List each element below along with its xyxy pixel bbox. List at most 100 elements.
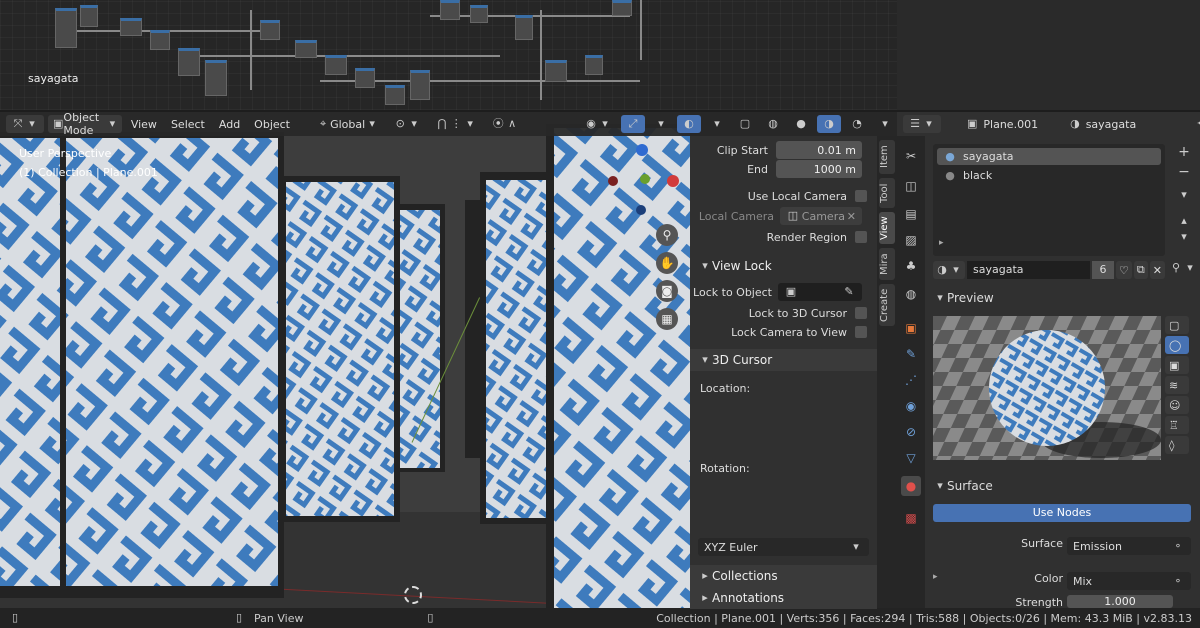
annotations-header[interactable]: ▸ Annotations bbox=[690, 587, 877, 609]
fake-user-icon[interactable]: ♡ bbox=[1116, 261, 1132, 279]
monkey-preview-icon[interactable]: ☺ bbox=[1165, 396, 1189, 414]
snap-toggle[interactable]: ⋂ ⋮ ▾ bbox=[430, 115, 482, 133]
surface-select[interactable]: Emission ∘ bbox=[1067, 537, 1191, 555]
hair-preview-icon[interactable]: ≋ bbox=[1165, 376, 1189, 394]
pan-hand-icon[interactable]: ✋ bbox=[656, 252, 678, 274]
move-down-icon[interactable]: ▾ bbox=[1175, 230, 1193, 248]
shader-node[interactable] bbox=[355, 68, 375, 88]
shader-node[interactable] bbox=[325, 55, 347, 75]
menu-add[interactable]: Add bbox=[214, 115, 245, 133]
shader-node-editor[interactable]: sayagata bbox=[0, 0, 897, 110]
physics-icon[interactable]: ◉ bbox=[901, 396, 921, 416]
constraints-icon[interactable]: ⊘ bbox=[901, 422, 921, 442]
shader-node[interactable] bbox=[470, 5, 488, 23]
tab-item[interactable]: Item bbox=[879, 140, 895, 174]
render-icon[interactable]: ◫ bbox=[901, 176, 921, 196]
local-camera-field[interactable]: ◫ Camera ✕ bbox=[780, 207, 862, 225]
fluid-preview-icon[interactable]: ◊ bbox=[1165, 436, 1189, 454]
cloth-preview-icon[interactable]: ♖ bbox=[1165, 416, 1189, 434]
material-tab-icon[interactable]: ● bbox=[901, 476, 921, 496]
pattern-plane[interactable] bbox=[486, 180, 546, 518]
tab-create[interactable]: Create bbox=[879, 284, 895, 326]
shader-node[interactable] bbox=[385, 85, 405, 105]
material-slot-item[interactable]: ● black bbox=[937, 167, 1161, 184]
shader-node[interactable] bbox=[80, 5, 98, 27]
editor-type-button[interactable]: ☰ ▾ bbox=[903, 115, 941, 133]
mode-select[interactable]: ▣ Object Mode ▾ bbox=[48, 111, 122, 137]
shading-rendered[interactable]: ◔ bbox=[845, 115, 869, 133]
shader-node[interactable] bbox=[545, 60, 567, 82]
shading-material[interactable]: ◑ bbox=[817, 115, 841, 133]
particles-icon[interactable]: ⋰ bbox=[901, 370, 921, 390]
modifier-wrench-icon[interactable]: ✎ bbox=[901, 344, 921, 364]
shader-node[interactable] bbox=[585, 55, 603, 75]
clip-start-field[interactable]: 0.01 m bbox=[776, 141, 862, 159]
3d-viewport[interactable]: ⚲ ✋ ◙ ▦ bbox=[0, 112, 690, 608]
view-layer-icon[interactable]: ▨ bbox=[901, 230, 921, 250]
xray-toggle[interactable]: ▢ bbox=[733, 115, 757, 133]
camera-view-icon[interactable]: ◙ bbox=[656, 280, 678, 302]
ortho-grid-icon[interactable]: ▦ bbox=[656, 308, 678, 330]
shading-dropdown[interactable]: ▾ bbox=[873, 115, 897, 133]
tab-view[interactable]: View bbox=[879, 212, 895, 244]
tool-settings-icon[interactable]: ✂ bbox=[901, 146, 921, 166]
slot-menu-icon[interactable]: ▾ bbox=[1175, 188, 1193, 206]
clear-icon[interactable]: ✕ bbox=[847, 210, 856, 223]
lock-camera-to-view-checkbox[interactable] bbox=[855, 326, 867, 338]
view-lock-header[interactable]: ▾ View Lock bbox=[690, 255, 877, 277]
collections-header[interactable]: ▸ Collections bbox=[690, 565, 877, 587]
lock-to-object-field[interactable]: ▣ ✎ bbox=[778, 283, 862, 301]
shader-node[interactable] bbox=[515, 15, 533, 40]
menu-select[interactable]: Select bbox=[166, 115, 210, 133]
shader-node[interactable] bbox=[205, 60, 227, 96]
x-axis-icon[interactable] bbox=[667, 175, 679, 187]
pivot-select[interactable]: ⊙ ▾ bbox=[388, 115, 426, 133]
use-nodes-button[interactable]: Use Nodes bbox=[933, 504, 1191, 522]
world-icon[interactable]: ◍ bbox=[901, 284, 921, 304]
z-axis-icon[interactable] bbox=[636, 144, 648, 156]
shader-node[interactable] bbox=[120, 18, 142, 36]
object-properties-icon[interactable]: ▣ bbox=[901, 318, 921, 338]
shading-wireframe[interactable]: ◍ bbox=[761, 115, 785, 133]
shading-solid[interactable]: ● bbox=[789, 115, 813, 133]
link-filter-button[interactable]: ⚲ ▾ bbox=[1169, 261, 1197, 279]
shader-node[interactable] bbox=[260, 20, 280, 40]
neg-z-axis-icon[interactable] bbox=[636, 205, 646, 215]
cube-preview-icon[interactable]: ▣ bbox=[1165, 356, 1189, 374]
shader-node[interactable] bbox=[295, 40, 317, 58]
scene-icon[interactable]: ♣ bbox=[901, 256, 921, 276]
unlink-icon[interactable]: ✕ bbox=[1149, 261, 1165, 279]
pattern-plane[interactable] bbox=[286, 182, 394, 516]
remove-slot-icon[interactable]: − bbox=[1175, 164, 1193, 182]
gizmo-toggle[interactable]: ⤢ bbox=[621, 115, 645, 133]
overlay-dropdown[interactable]: ▾ bbox=[705, 115, 729, 133]
surface-header[interactable]: ▾ Surface bbox=[925, 476, 1200, 496]
shader-node[interactable] bbox=[178, 48, 200, 76]
y-axis-icon[interactable] bbox=[640, 174, 650, 184]
transform-orientation-select[interactable]: ⌖ Global ▾ bbox=[311, 115, 384, 133]
shader-node[interactable] bbox=[440, 0, 460, 20]
3d-cursor[interactable] bbox=[404, 586, 422, 604]
overlay-toggle[interactable]: ◐ bbox=[677, 115, 701, 133]
expand-icon[interactable]: ▸ bbox=[933, 572, 938, 582]
navigation-gizmo[interactable] bbox=[606, 142, 686, 222]
neg-x-axis-icon[interactable] bbox=[608, 176, 618, 186]
gizmo-dropdown[interactable]: ▾ bbox=[649, 115, 673, 133]
pattern-plane[interactable] bbox=[400, 210, 440, 468]
sphere-preview-icon[interactable]: ◯ bbox=[1165, 336, 1189, 354]
render-region-checkbox[interactable] bbox=[855, 231, 867, 243]
pattern-plane[interactable] bbox=[0, 138, 278, 586]
duplicate-icon[interactable]: ⧉ bbox=[1133, 261, 1148, 279]
strength-field[interactable]: 1.000 bbox=[1067, 595, 1173, 608]
eyedropper-icon[interactable]: ✎ bbox=[842, 285, 856, 299]
lock-to-3d-cursor-checkbox[interactable] bbox=[855, 307, 867, 319]
texture-icon[interactable]: ▩ bbox=[901, 508, 921, 528]
material-slot-item[interactable]: ● sayagata bbox=[937, 148, 1161, 165]
preview-header[interactable]: ▾ Preview bbox=[925, 288, 1200, 308]
object-data-icon[interactable]: ▽ bbox=[901, 448, 921, 468]
use-local-camera-checkbox[interactable] bbox=[855, 190, 867, 202]
menu-view[interactable]: View bbox=[126, 115, 162, 133]
user-count[interactable]: 6 bbox=[1092, 261, 1115, 279]
shader-node[interactable] bbox=[612, 0, 632, 16]
shader-node[interactable] bbox=[150, 30, 170, 50]
